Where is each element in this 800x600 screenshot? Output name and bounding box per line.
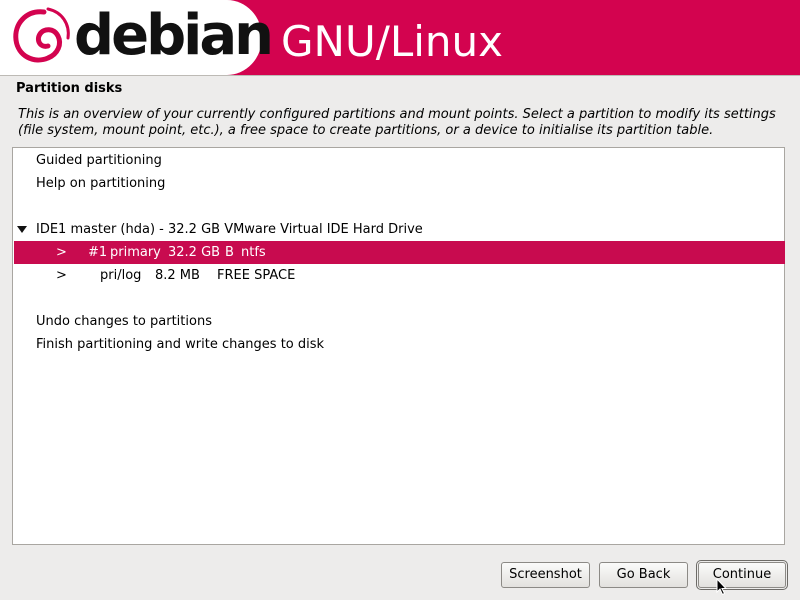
list-item-help-partitioning[interactable]: Help on partitioning xyxy=(14,172,785,195)
page-title: Partition disks xyxy=(16,81,123,96)
disk-label: IDE1 master (hda) - 32.2 GB VMware Virtu… xyxy=(36,222,423,237)
partition-marker: > xyxy=(56,245,67,260)
partition-size: 8.2 MB xyxy=(155,268,200,283)
partition-filesystem: ntfs xyxy=(241,245,266,260)
debian-swirl-icon xyxy=(13,7,70,63)
partition-marker: > xyxy=(56,268,67,283)
go-back-button[interactable]: Go Back xyxy=(599,562,688,588)
partition-number: #1 xyxy=(88,245,108,260)
header-banner: debian GNU/Linux xyxy=(0,0,800,75)
logo-panel: debian xyxy=(0,0,274,75)
list-item-disk[interactable]: IDE1 master (hda) - 32.2 GB VMware Virtu… xyxy=(14,218,785,241)
screenshot-button[interactable]: Screenshot xyxy=(501,562,590,588)
debian-logo-text: debian xyxy=(74,3,274,68)
list-item-finish-partitioning[interactable]: Finish partitioning and write changes to… xyxy=(14,333,785,356)
partition-size: 32.2 GB xyxy=(168,245,221,260)
banner-subtitle: GNU/Linux xyxy=(281,17,504,66)
page-description: This is an overview of your currently co… xyxy=(18,107,776,138)
list-item-label: Undo changes to partitions xyxy=(36,314,212,329)
list-item-label: Guided partitioning xyxy=(36,153,162,168)
partition-filesystem: FREE SPACE xyxy=(217,268,296,283)
list-item-free-space[interactable]: > pri/log 8.2 MB FREE SPACE xyxy=(14,264,785,287)
list-item-guided-partitioning[interactable]: Guided partitioning xyxy=(14,149,785,172)
list-item-label: Help on partitioning xyxy=(36,176,166,191)
mouse-cursor-icon xyxy=(716,578,728,596)
continue-button[interactable]: Continue xyxy=(696,560,788,590)
partition-list[interactable]: Guided partitioning Help on partitioning… xyxy=(12,147,785,545)
partition-type: primary xyxy=(110,245,161,260)
partition-flag: B xyxy=(225,245,234,260)
list-item-partition-1[interactable]: > #1 primary 32.2 GB B ntfs xyxy=(14,241,785,264)
partition-type: pri/log xyxy=(100,268,142,283)
header-divider xyxy=(0,75,800,76)
list-item-label: Finish partitioning and write changes to… xyxy=(36,337,325,352)
list-item-undo-changes[interactable]: Undo changes to partitions xyxy=(14,310,785,333)
expander-triangle-icon[interactable] xyxy=(17,226,27,233)
